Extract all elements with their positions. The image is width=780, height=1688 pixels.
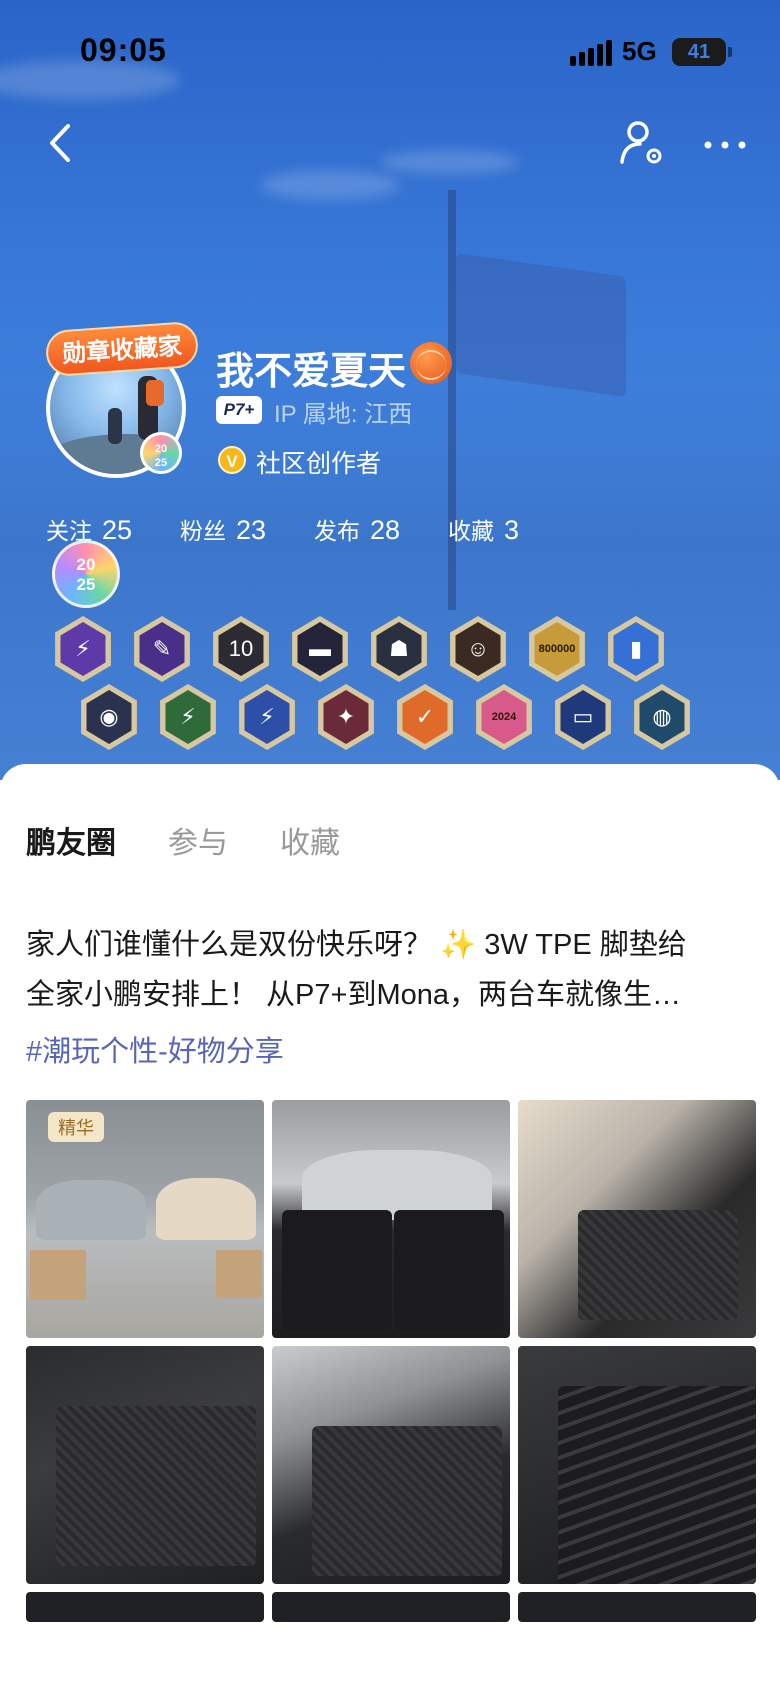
calendar-medal[interactable]: ✓ bbox=[394, 684, 456, 750]
car-model-tag: P7+ bbox=[216, 396, 262, 424]
blue-lightning-medal[interactable]: ⚡ bbox=[236, 684, 298, 750]
post-hashtag[interactable]: #潮玩个性-好物分享 bbox=[26, 1028, 284, 1070]
post-photo-3[interactable] bbox=[518, 1100, 756, 1338]
tab-bar: 鹏友圈 参与 收藏 bbox=[26, 818, 340, 862]
battery-icon: 41 bbox=[672, 38, 732, 66]
post-photo-6[interactable] bbox=[518, 1346, 756, 1584]
tab-favorites[interactable]: 收藏 bbox=[280, 818, 340, 862]
robot-medal[interactable]: ☗ bbox=[368, 616, 430, 682]
800000-medal[interactable]: 800000 bbox=[526, 616, 588, 682]
ip-location: IP 属地: 江西 bbox=[274, 401, 413, 428]
status-bar: 09:05 5G 41 bbox=[0, 0, 780, 100]
username: 我不爱夏天 bbox=[216, 351, 407, 393]
post-photo-7[interactable] bbox=[26, 1592, 264, 1622]
post-text-line-1: 家人们谁懂什么是双份快乐呀？ ✨ 3W TPE 脚垫给 bbox=[26, 929, 687, 961]
status-time: 09:05 bbox=[80, 32, 167, 68]
post-photo-8[interactable] bbox=[272, 1592, 510, 1622]
fire-medal[interactable]: ✦ bbox=[315, 684, 377, 750]
post-text-line-2: 全家小鹏安排上！ 从P7+到Mona，两台车就像生… bbox=[26, 979, 682, 1011]
network-type: 5G bbox=[622, 36, 657, 66]
yarn-ball-icon bbox=[410, 342, 452, 384]
chat-medal[interactable]: ▬ bbox=[289, 616, 351, 682]
more-button[interactable] bbox=[700, 130, 750, 160]
post-photo-1[interactable]: 精华 bbox=[26, 1100, 264, 1338]
stat-following[interactable]: 关注 25 bbox=[46, 512, 180, 546]
creator-label[interactable]: 社区创作者 bbox=[256, 444, 381, 480]
tab-participate[interactable]: 参与 bbox=[168, 818, 228, 862]
profile-stats: 关注 25 粉丝 23 发布 28 收藏 3 bbox=[46, 512, 582, 546]
year-2025-badge[interactable]: 20 25 bbox=[52, 540, 120, 608]
user-settings-icon bbox=[620, 121, 662, 164]
more-icon bbox=[704, 141, 746, 149]
ten-medal[interactable]: 10 bbox=[210, 616, 272, 682]
avatar-year-badge: 20 25 bbox=[140, 432, 182, 474]
wheel-medal[interactable]: ◉ bbox=[78, 684, 140, 750]
back-button[interactable] bbox=[40, 118, 80, 168]
creator-verified-icon: V bbox=[218, 446, 246, 474]
year-2024-medal[interactable]: 2024 bbox=[473, 684, 535, 750]
post-photo-5[interactable] bbox=[272, 1346, 510, 1584]
car-city-medal[interactable]: ▭ bbox=[552, 684, 614, 750]
tab-moments[interactable]: 鹏友圈 bbox=[26, 818, 116, 862]
phone-medal[interactable]: ▮ bbox=[605, 616, 667, 682]
stat-posts[interactable]: 发布 28 bbox=[314, 512, 448, 546]
essence-tag: 精华 bbox=[48, 1112, 104, 1142]
pencil-medal[interactable]: ✎ bbox=[131, 616, 193, 682]
green-lightning-medal[interactable]: ⚡ bbox=[157, 684, 219, 750]
post-text[interactable]: 家人们谁懂什么是双份快乐呀？ ✨ 3W TPE 脚垫给 全家小鹏安排上！ 从P7… bbox=[26, 920, 756, 1020]
signal-icon bbox=[570, 40, 612, 66]
earth-medal[interactable]: ◍ bbox=[631, 684, 693, 750]
content-panel: 鹏友圈 参与 收藏 家人们谁懂什么是双份快乐呀？ ✨ 3W TPE 脚垫给 全家… bbox=[0, 764, 780, 1688]
lightning-medal[interactable]: ⚡ bbox=[52, 616, 114, 682]
stat-fans[interactable]: 粉丝 23 bbox=[180, 512, 314, 546]
smile-medal[interactable]: ☺ bbox=[447, 616, 509, 682]
post-photo-2[interactable] bbox=[272, 1100, 510, 1338]
post-photo-9[interactable] bbox=[518, 1592, 756, 1622]
stat-favorites[interactable]: 收藏 3 bbox=[448, 512, 582, 546]
chevron-left-icon bbox=[50, 124, 70, 162]
post-photo-4[interactable] bbox=[26, 1346, 264, 1584]
user-settings-button[interactable] bbox=[618, 118, 668, 168]
